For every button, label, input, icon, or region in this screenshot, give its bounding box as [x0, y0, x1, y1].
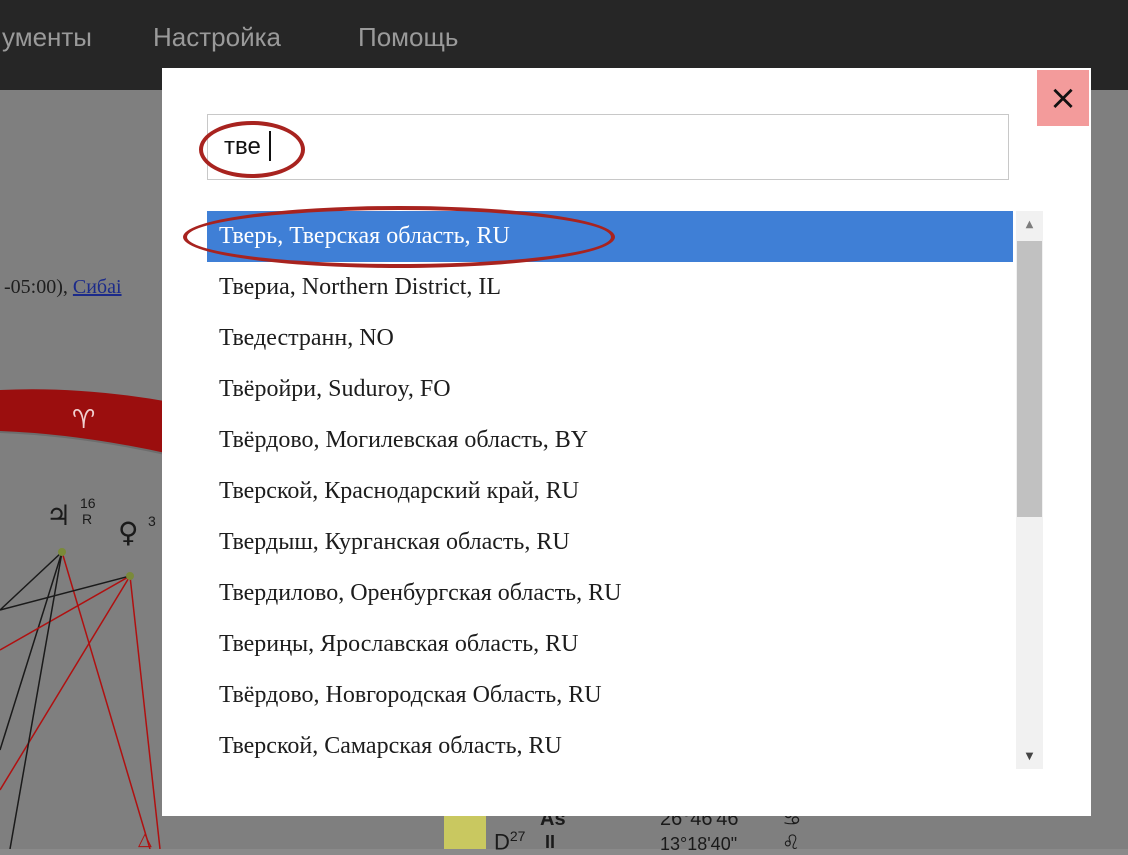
astro-chart: ♈ ♃ 16 R ♀ 3 △ [0, 389, 170, 849]
ii-value: 13°18'40" [660, 834, 738, 854]
result-item[interactable]: Твёрдово, Могилевская область, BY [207, 415, 1013, 466]
ii-label: II [545, 832, 556, 852]
venus-icon: ♀ [118, 516, 139, 549]
city-results-list: Тверь, Тверская область, RU Твериа, North… [207, 211, 1013, 769]
result-item[interactable]: Тверской, Самарская область, RU [207, 721, 1013, 769]
menu-help[interactable]: Помощь [358, 22, 458, 53]
annotation-ring-search [199, 121, 305, 178]
result-item[interactable]: Твёрдово, Новгородская Область, RU [207, 670, 1013, 721]
result-item[interactable]: Твердилово, Оренбургская область, RU [207, 568, 1013, 619]
jupiter-retro: R [82, 511, 92, 527]
planet-dot [58, 548, 66, 556]
result-item[interactable]: Тверской, Краснодарский край, RU [207, 466, 1013, 517]
jupiter-degree: 16 [80, 495, 96, 511]
result-item[interactable]: Твериңы, Ярославская область, RU [207, 619, 1013, 670]
results-scrollbar[interactable]: ▲ ▼ [1016, 211, 1043, 769]
menu-settings[interactable]: Настройка [153, 22, 281, 53]
annotation-ring-selected [183, 206, 615, 268]
close-button[interactable]: × [1037, 70, 1089, 126]
d-label: D27 [494, 828, 526, 855]
jupiter-icon: ♃ [46, 499, 71, 532]
menu-tools[interactable]: ументы [2, 22, 92, 53]
ii-sign-icon: ♌ [782, 830, 800, 854]
svg-text:△: △ [138, 829, 152, 849]
result-item[interactable]: Твериа, Northern District, IL [207, 262, 1013, 313]
scroll-down-arrow-icon[interactable]: ▼ [1016, 743, 1043, 769]
city-search-input[interactable]: тве [207, 114, 1009, 180]
scroll-thumb[interactable] [1017, 241, 1042, 517]
result-item[interactable]: Тведестранн, NO [207, 313, 1013, 364]
venus-degree: 3 [148, 513, 156, 529]
aries-icon: ♈ [72, 405, 95, 435]
scroll-up-arrow-icon[interactable]: ▲ [1016, 211, 1043, 237]
close-icon: × [1048, 78, 1078, 118]
result-item[interactable]: Твердыш, Курганская область, RU [207, 517, 1013, 568]
planet-dot [126, 572, 134, 580]
result-item[interactable]: Твёройри, Suduroy, FO [207, 364, 1013, 415]
